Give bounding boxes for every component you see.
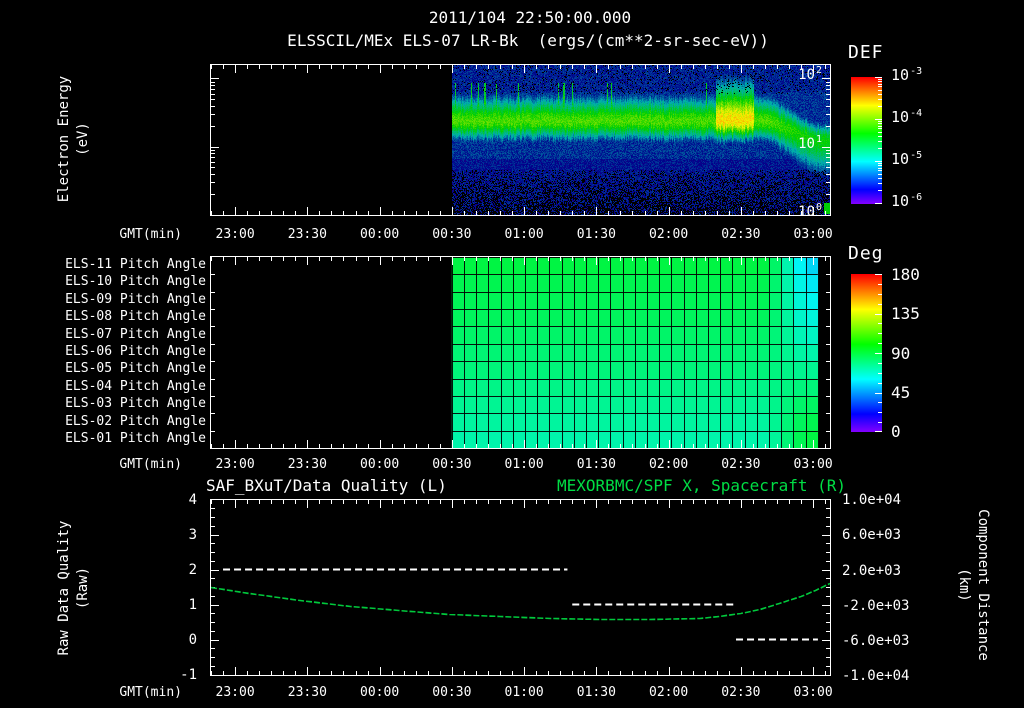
deg-colorbar-tick: 90 — [891, 343, 911, 363]
deg-colorbar-title: Deg — [848, 243, 884, 264]
x-tick-label: 01:00 — [504, 227, 544, 242]
bottom-title-right: MEXORBMC/SPF X, Spacecraft (R) — [557, 476, 846, 495]
distance-y-tick: -6.0e+03 — [842, 633, 910, 649]
x-tick-label: 00:00 — [360, 685, 400, 700]
def-colorbar-tick: 10-3 — [891, 66, 923, 84]
x-tick-label: 23:30 — [287, 227, 327, 242]
pitch-row-label: ELS-09 Pitch Angle — [65, 291, 206, 307]
pitch-row-label: ELS-01 Pitch Angle — [65, 431, 206, 447]
plot-datetime: 2011/104 22:50:00.000 — [428, 8, 632, 27]
x-tick-label: 23:30 — [287, 457, 327, 472]
bottom-title-left: SAF_BXuT/Data Quality (L) — [206, 476, 447, 495]
deg-colorbar-tick: 180 — [891, 265, 920, 284]
x-tick-label: 00:30 — [432, 227, 472, 242]
def-colorbar-tick: 10-4 — [891, 108, 923, 126]
deg-colorbar-tick: 135 — [891, 304, 920, 324]
pitch-row-label: ELS-08 Pitch Angle — [65, 309, 206, 325]
quality-distance-canvas — [210, 499, 831, 676]
quality-y-tick: 3 — [188, 527, 197, 543]
plot-screen: 2011/104 22:50:00.000 ELSSCIL/MEx ELS-07… — [0, 0, 1024, 708]
x-tick-label: 23:00 — [215, 685, 255, 700]
gmt-axis-label-2: GMT(min) — [119, 457, 182, 472]
distance-y-tick: 2.0e+03 — [842, 562, 902, 579]
def-colorbar-tick: 10-5 — [891, 150, 923, 168]
def-colorbar — [851, 77, 882, 204]
x-tick-label: 01:30 — [576, 457, 616, 472]
distance-y-tick: 6.0e+03 — [842, 527, 902, 543]
pitch-row-label: ELS-03 Pitch Angle — [65, 396, 206, 412]
quality-y-tick: 0 — [188, 632, 197, 648]
pitch-row-label: ELS-02 Pitch Angle — [65, 413, 206, 429]
x-tick-label: 02:30 — [721, 685, 761, 700]
plot-subtitle: ELSSCIL/MEx ELS-07 LR-Bk (ergs/(cm**2-sr… — [287, 31, 769, 50]
x-tick-label: 00:30 — [432, 457, 472, 472]
x-tick-label: 23:00 — [215, 457, 255, 472]
quality-y-tick: 2 — [188, 562, 197, 578]
distance-y-tick: 1.0e+04 — [842, 492, 902, 508]
x-tick-label: 02:30 — [721, 227, 761, 242]
deg-colorbar-tick: 45 — [891, 382, 911, 402]
x-tick-label: 01:00 — [504, 457, 544, 472]
x-tick-label: 03:00 — [793, 685, 833, 700]
pitch-row-label: ELS-04 Pitch Angle — [65, 378, 206, 394]
x-tick-label: 00:00 — [360, 227, 400, 242]
pitch-row-label: ELS-10 Pitch Angle — [65, 274, 206, 290]
x-tick-label: 00:00 — [360, 457, 400, 472]
x-tick-label: 01:30 — [576, 685, 616, 700]
x-tick-label: 03:00 — [793, 457, 833, 472]
deg-colorbar — [851, 274, 882, 432]
electron-spectrogram-canvas — [210, 64, 831, 216]
quality-y-tick: 4 — [188, 492, 197, 508]
bottom-right-y-axis-label: Component Distance (km) — [956, 509, 991, 661]
x-tick-label: 23:30 — [287, 685, 327, 700]
spectrogram-y-tick: 102 — [798, 65, 822, 83]
x-tick-label: 01:00 — [504, 685, 544, 700]
x-tick-label: 00:30 — [432, 685, 472, 700]
def-colorbar-title: DEF — [848, 42, 884, 63]
spectrogram-y-tick: 100 — [798, 202, 822, 220]
x-tick-label: 02:30 — [721, 457, 761, 472]
deg-colorbar-tick: 0 — [891, 422, 901, 441]
quality-y-tick: -1 — [180, 667, 197, 683]
def-colorbar-tick: 10-6 — [891, 192, 923, 210]
pitch-row-label: ELS-05 Pitch Angle — [65, 361, 206, 377]
x-tick-label: 01:30 — [576, 227, 616, 242]
x-tick-label: 02:00 — [649, 227, 689, 242]
gmt-axis-label-3: GMT(min) — [119, 685, 182, 700]
spectrogram-y-tick: 101 — [798, 134, 822, 152]
pitch-row-label: ELS-07 Pitch Angle — [65, 326, 206, 342]
pitch-row-label: ELS-06 Pitch Angle — [65, 343, 206, 359]
quality-y-tick: 1 — [188, 597, 197, 613]
distance-y-tick: -1.0e+04 — [842, 668, 910, 684]
spectrogram-y-axis-label: Electron Energy (eV) — [56, 75, 91, 203]
x-tick-label: 02:00 — [649, 457, 689, 472]
pitch-row-label: ELS-11 Pitch Angle — [65, 256, 206, 272]
x-tick-label: 02:00 — [649, 685, 689, 700]
pitch-angle-canvas — [210, 256, 831, 449]
x-tick-label: 03:00 — [793, 227, 833, 242]
bottom-left-y-axis-label: Raw Data Quality (Raw) — [56, 520, 91, 656]
x-tick-label: 23:00 — [215, 227, 255, 242]
distance-y-tick: -2.0e+03 — [842, 598, 910, 614]
gmt-axis-label-1: GMT(min) — [119, 227, 182, 242]
